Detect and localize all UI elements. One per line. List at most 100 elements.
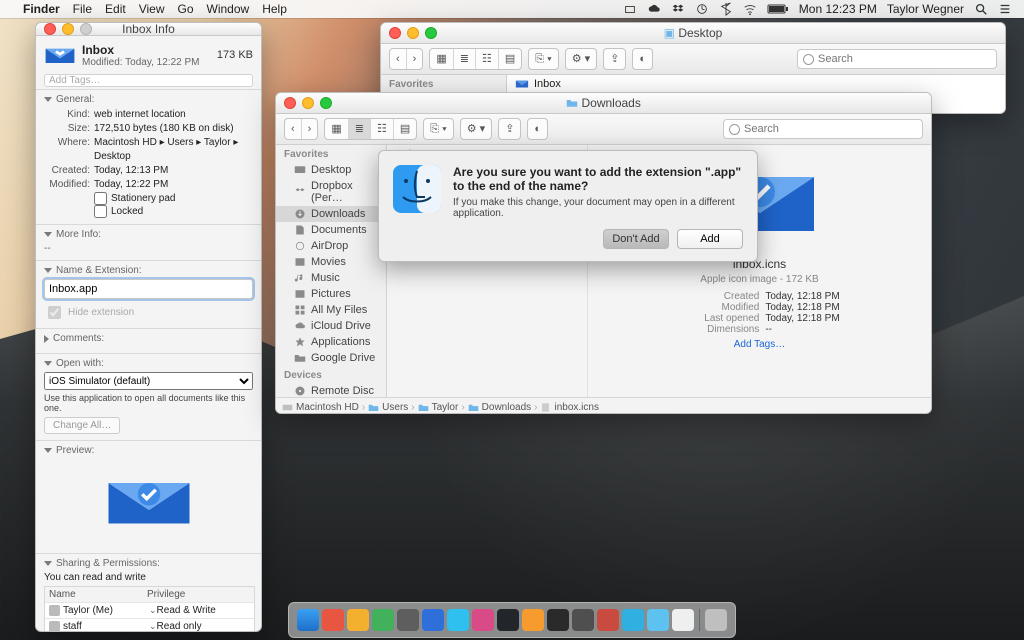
add-button[interactable]: Add	[677, 229, 743, 249]
dock-app-icon[interactable]	[422, 609, 444, 631]
dock-app-icon[interactable]	[547, 609, 569, 631]
name-extension-input[interactable]	[44, 279, 253, 299]
hide-extension-checkbox[interactable]: Hide extension	[44, 303, 253, 322]
nav-back-forward[interactable]: ‹›	[389, 48, 423, 70]
dock-app-icon[interactable]	[322, 609, 344, 631]
dont-add-button[interactable]: Don't Add	[603, 229, 669, 249]
sidebar-item-airdrop[interactable]: AirDrop	[276, 238, 386, 254]
tags-field[interactable]: Add Tags…	[44, 74, 253, 87]
menubar-user[interactable]: Taylor Wegner	[887, 2, 964, 16]
dock-trash-icon[interactable]	[705, 609, 727, 631]
sidebar-item-icloud[interactable]: iCloud Drive	[276, 318, 386, 334]
sidebar-item-remote-disc[interactable]: Remote Disc	[276, 383, 386, 397]
action-menu[interactable]: ⚙ ▾	[460, 118, 492, 140]
dock[interactable]	[288, 602, 736, 638]
dock-separator	[699, 609, 700, 631]
stationery-checkbox[interactable]: Stationery pad	[94, 192, 253, 205]
wifi-icon[interactable]	[743, 2, 757, 16]
open-with-select[interactable]: iOS Simulator (default)	[44, 372, 253, 390]
file-modified: Modified: Today, 12:22 PM	[82, 57, 211, 68]
notification-center-icon[interactable]	[998, 2, 1012, 16]
disclosure-open-with[interactable]: Open with:	[44, 358, 253, 369]
dropbox-icon[interactable]	[671, 2, 685, 16]
arrange-menu[interactable]: ⎘ ▾	[423, 118, 453, 140]
change-all-button[interactable]: Change All…	[44, 417, 120, 434]
disclosure-more-info[interactable]: More Info:	[44, 229, 253, 240]
dock-app-icon[interactable]	[347, 609, 369, 631]
menu-view[interactable]: View	[139, 2, 165, 16]
window-title: Inbox Info	[36, 22, 261, 36]
perm-row[interactable]: staff⌄Read only	[45, 619, 254, 632]
preview-metadata: CreatedToday, 12:18 PM ModifiedToday, 12…	[679, 291, 839, 335]
dock-finder-icon[interactable]	[297, 609, 319, 631]
disclosure-sharing[interactable]: Sharing & Permissions:	[44, 558, 253, 569]
sheet-message: If you make this change, your document m…	[453, 197, 743, 219]
search-field[interactable]	[797, 49, 997, 69]
locked-checkbox[interactable]: Locked	[94, 205, 253, 218]
disclosure-general[interactable]: General:	[44, 94, 253, 105]
dock-app-icon[interactable]	[672, 609, 694, 631]
sidebar-item-gdrive[interactable]: Google Drive	[276, 350, 386, 366]
dock-app-icon[interactable]	[372, 609, 394, 631]
sidebar: Favorites Desktop Dropbox (Per… Download…	[276, 145, 387, 397]
notification-icon[interactable]	[623, 2, 637, 16]
dock-app-icon[interactable]	[497, 609, 519, 631]
section-comments: Comments:	[36, 328, 261, 353]
search-field[interactable]	[723, 119, 923, 139]
titlebar[interactable]: Inbox Info	[36, 23, 261, 36]
menu-edit[interactable]: Edit	[105, 2, 126, 16]
add-tags-link[interactable]: Add Tags…	[734, 339, 786, 350]
menu-help[interactable]: Help	[262, 2, 287, 16]
menubar-clock[interactable]: Mon 12:23 PM	[799, 2, 877, 16]
info-window[interactable]: Inbox Info Inbox Modified: Today, 12:22 …	[35, 22, 262, 632]
sidebar-item-documents[interactable]: Documents	[276, 222, 386, 238]
perm-row[interactable]: Taylor (Me)⌄Read & Write	[45, 603, 254, 619]
path-bar[interactable]: Macintosh HD› Users› Taylor› Downloads› …	[276, 397, 931, 414]
arrange-menu[interactable]: ⎘ ▾	[528, 48, 558, 70]
titlebar[interactable]: Downloads	[276, 93, 931, 114]
dock-app-icon[interactable]	[597, 609, 619, 631]
sync-icon[interactable]	[695, 2, 709, 16]
confirm-extension-sheet: Are you sure you want to add the extensi…	[378, 150, 758, 262]
sidebar-item-desktop[interactable]: Desktop	[276, 162, 386, 178]
dock-app-icon[interactable]	[522, 609, 544, 631]
dock-app-icon[interactable]	[447, 609, 469, 631]
titlebar[interactable]: ▣ Desktop	[381, 23, 1005, 44]
sidebar-item-pictures[interactable]: Pictures	[276, 286, 386, 302]
cloud-icon[interactable]	[647, 2, 661, 16]
dock-app-icon[interactable]	[472, 609, 494, 631]
disclosure-preview[interactable]: Preview:	[44, 445, 253, 456]
action-menu[interactable]: ⚙ ▾	[565, 48, 597, 70]
nav-back-forward[interactable]: ‹›	[284, 118, 318, 140]
tags-button[interactable]: ◐	[632, 48, 653, 70]
dock-app-icon[interactable]	[572, 609, 594, 631]
sidebar-item-music[interactable]: Music	[276, 270, 386, 286]
share-button[interactable]: ⇪	[603, 48, 626, 70]
sidebar-item-movies[interactable]: Movies	[276, 254, 386, 270]
tags-button[interactable]: ◐	[527, 118, 548, 140]
file-item-inbox[interactable]: Inbox	[507, 75, 1005, 93]
file-name: Inbox	[82, 43, 211, 57]
sidebar-item-allfiles[interactable]: All My Files	[276, 302, 386, 318]
dock-app-icon[interactable]	[397, 609, 419, 631]
spotlight-icon[interactable]	[974, 2, 988, 16]
menu-window[interactable]: Window	[207, 2, 250, 16]
sidebar-item-applications[interactable]: Applications	[276, 334, 386, 350]
disclosure-comments[interactable]: Comments:	[44, 333, 253, 344]
view-switcher[interactable]: ▦≣☷▤	[324, 118, 417, 140]
bluetooth-icon[interactable]	[719, 2, 733, 16]
dock-app-icon[interactable]	[647, 609, 669, 631]
hd-icon	[282, 402, 293, 413]
disclosure-name-ext[interactable]: Name & Extension:	[44, 265, 253, 276]
info-header: Inbox Modified: Today, 12:22 PM 173 KB	[36, 36, 261, 72]
view-switcher[interactable]: ▦≣☷▤	[429, 48, 522, 70]
battery-icon[interactable]	[767, 2, 789, 16]
app-menu[interactable]: Finder	[23, 2, 60, 16]
sidebar-item-downloads[interactable]: Downloads	[276, 206, 386, 222]
menu-file[interactable]: File	[73, 2, 92, 16]
sidebar-item-dropbox[interactable]: Dropbox (Per…	[276, 178, 386, 206]
menu-go[interactable]: Go	[178, 2, 194, 16]
preview-icon	[104, 465, 194, 537]
dock-app-icon[interactable]	[622, 609, 644, 631]
share-button[interactable]: ⇪	[498, 118, 521, 140]
